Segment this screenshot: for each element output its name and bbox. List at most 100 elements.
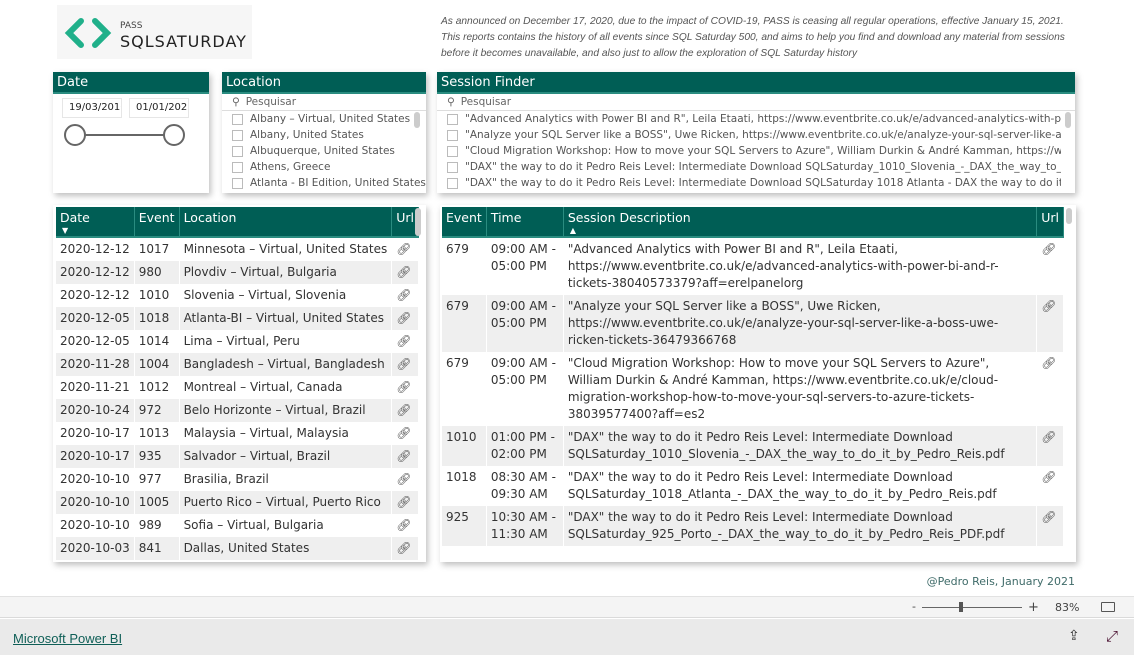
checkbox[interactable] bbox=[447, 161, 458, 173]
list-item[interactable]: "DAX" the way to do it Pedro Reis Level:… bbox=[447, 175, 1061, 191]
list-item[interactable]: "Cloud Migration Workshop: How to move y… bbox=[447, 143, 1061, 159]
col-url[interactable]: Url bbox=[1036, 207, 1064, 238]
fullscreen-icon[interactable]: ⤢ bbox=[1106, 627, 1118, 645]
link-icon[interactable]: 🔗︎ bbox=[396, 472, 411, 486]
zoom-slider[interactable] bbox=[922, 607, 1022, 608]
zoom-slider-handle[interactable] bbox=[959, 602, 963, 612]
table-row[interactable]: 679 09:00 AM - 05:00 PM "Advanced Analytic… bbox=[442, 237, 1064, 295]
cell-date: 2020-11-28 bbox=[56, 353, 135, 376]
search-placeholder: Pesquisar bbox=[245, 96, 297, 108]
cell-time: 09:00 AM - 05:00 PM bbox=[486, 352, 564, 426]
zoom-in-button[interactable]: + bbox=[1028, 600, 1039, 615]
link-icon[interactable]: 🔗︎ bbox=[396, 265, 411, 279]
checkbox[interactable] bbox=[232, 113, 243, 125]
link-icon[interactable]: 🔗︎ bbox=[396, 541, 411, 555]
list-item[interactable]: "Advanced Analytics with Power BI and R"… bbox=[447, 111, 1061, 127]
cell-description: "Cloud Migration Workshop: How to move y… bbox=[563, 352, 1038, 426]
table-row[interactable]: 2020-10-10 977 Brasilia, Brazil 🔗︎ bbox=[56, 468, 419, 491]
start-slider-handle[interactable] bbox=[64, 124, 86, 146]
table-row[interactable]: 2020-10-03 841 Dallas, United States 🔗︎ bbox=[56, 537, 419, 560]
list-item[interactable]: Albany, United States bbox=[232, 127, 426, 143]
table-row[interactable]: 925 10:30 AM - 11:30 AM "DAX" the way to d… bbox=[442, 506, 1064, 546]
col-location[interactable]: Location bbox=[179, 207, 393, 238]
link-icon[interactable]: 🔗︎ bbox=[396, 288, 411, 302]
location-scrollbar[interactable] bbox=[414, 112, 420, 128]
list-item[interactable]: Albuquerque, United States bbox=[232, 143, 426, 159]
checkbox[interactable] bbox=[447, 145, 458, 157]
cell-event: 1013 bbox=[134, 422, 180, 445]
checkbox[interactable] bbox=[232, 129, 243, 141]
link-icon[interactable]: 🔗︎ bbox=[396, 334, 411, 348]
fit-to-page-icon[interactable] bbox=[1101, 602, 1115, 612]
table-row[interactable]: 679 09:00 AM - 05:00 PM "Analyze your SQL … bbox=[442, 295, 1064, 352]
link-icon[interactable]: 🔗︎ bbox=[1041, 356, 1056, 370]
table-row[interactable]: 2020-10-10 989 Sofia – Virtual, Bulgaria 🔗︎ bbox=[56, 514, 419, 537]
cell-location: Brasilia, Brazil bbox=[179, 468, 393, 491]
link-icon[interactable]: 🔗︎ bbox=[396, 242, 411, 256]
link-icon[interactable]: 🔗︎ bbox=[1041, 242, 1056, 256]
link-icon[interactable]: 🔗︎ bbox=[396, 403, 411, 417]
table-row[interactable]: 2020-11-21 1012 Montreal – Virtual, Canada… bbox=[56, 376, 419, 399]
checkbox[interactable] bbox=[232, 177, 243, 189]
link-icon[interactable]: 🔗︎ bbox=[396, 426, 411, 440]
checkbox[interactable] bbox=[447, 129, 458, 141]
list-item[interactable]: "DAX" the way to do it Pedro Reis Level:… bbox=[447, 159, 1061, 175]
location-search-input[interactable]: ⚲ Pesquisar bbox=[222, 94, 426, 111]
checkbox[interactable] bbox=[447, 113, 458, 125]
link-icon[interactable]: 🔗︎ bbox=[1041, 510, 1056, 524]
link-icon[interactable]: 🔗︎ bbox=[396, 311, 411, 325]
end-date-input[interactable]: 01/01/2021 bbox=[129, 98, 189, 118]
col-event[interactable]: Event bbox=[442, 207, 487, 238]
share-icon[interactable]: ⇪ bbox=[1068, 628, 1080, 644]
table-row[interactable]: 2020-10-17 935 Salvador – Virtual, Brazil 🔗… bbox=[56, 445, 419, 468]
link-icon[interactable]: 🔗︎ bbox=[396, 495, 411, 509]
table-row[interactable]: 2020-12-05 1018 Atlanta-BI – Virtual, Unit… bbox=[56, 307, 419, 330]
table-row[interactable]: 2020-12-05 1014 Lima – Virtual, Peru 🔗︎ bbox=[56, 330, 419, 353]
sort-desc-icon: ▼ bbox=[62, 226, 69, 235]
table-row[interactable]: 2020-12-12 1010 Slovenia – Virtual, Sloven… bbox=[56, 284, 419, 307]
link-icon[interactable]: 🔗︎ bbox=[1041, 299, 1056, 313]
col-date[interactable]: Date ▼ bbox=[56, 207, 135, 238]
list-item[interactable]: Athens, Greece bbox=[232, 159, 426, 175]
zoom-out-button[interactable]: - bbox=[912, 600, 916, 613]
col-time[interactable]: Time bbox=[486, 207, 564, 238]
col-event[interactable]: Event bbox=[134, 207, 180, 238]
link-icon[interactable]: 🔗︎ bbox=[396, 357, 411, 371]
table-row[interactable]: 2020-10-10 1005 Puerto Rico – Virtual, Pue… bbox=[56, 491, 419, 514]
table-row[interactable]: 679 09:00 AM - 05:00 PM "Cloud Migration W… bbox=[442, 352, 1064, 426]
col-session-description[interactable]: Session Description ▲ bbox=[563, 207, 1038, 238]
table-row[interactable]: 2020-10-24 972 Belo Horizonte – Virtual, B… bbox=[56, 399, 419, 422]
link-icon[interactable]: 🔗︎ bbox=[396, 449, 411, 463]
end-slider-handle[interactable] bbox=[163, 124, 185, 146]
cell-date: 2020-10-17 bbox=[56, 422, 135, 445]
table-row[interactable]: 2020-12-12 1017 Minnesota – Virtual, Unite… bbox=[56, 237, 419, 261]
list-item[interactable]: Atlanta - BI Edition, United States bbox=[232, 175, 426, 191]
table-row[interactable]: 2020-10-17 1013 Malaysia – Virtual, Malays… bbox=[56, 422, 419, 445]
list-item[interactable]: "Analyze your SQL Server like a BOSS", U… bbox=[447, 127, 1061, 143]
session-finder-scrollbar[interactable] bbox=[1065, 112, 1071, 128]
checkbox[interactable] bbox=[232, 145, 243, 157]
session-search-input[interactable]: ⚲ Pesquisar bbox=[437, 94, 1075, 111]
list-item[interactable]: Albany – Virtual, United States bbox=[232, 111, 426, 127]
table-row[interactable]: 1010 01:00 PM - 02:00 PM "DAX" the way to … bbox=[442, 426, 1064, 466]
list-item-label: "DAX" the way to do it Pedro Reis Level:… bbox=[465, 161, 1061, 173]
link-icon[interactable]: 🔗︎ bbox=[1041, 430, 1056, 444]
search-icon: ⚲ bbox=[447, 96, 455, 108]
checkbox[interactable] bbox=[232, 161, 243, 173]
checkbox[interactable] bbox=[447, 177, 458, 189]
table-row[interactable]: 2020-11-28 1004 Bangladesh – Virtual, Bang… bbox=[56, 353, 419, 376]
link-icon[interactable]: 🔗︎ bbox=[396, 380, 411, 394]
power-bi-link[interactable]: Microsoft Power BI bbox=[13, 631, 122, 646]
link-icon[interactable]: 🔗︎ bbox=[1041, 470, 1056, 484]
cell-url: 🔗︎ bbox=[1036, 426, 1064, 466]
link-icon[interactable]: 🔗︎ bbox=[396, 518, 411, 532]
events-scrollbar[interactable] bbox=[415, 208, 421, 236]
table-row[interactable]: 2020-12-12 980 Plovdiv – Virtual, Bulgaria… bbox=[56, 261, 419, 284]
sort-asc-icon: ▲ bbox=[569, 226, 576, 235]
cell-event: 1005 bbox=[134, 491, 180, 514]
cell-url: 🔗︎ bbox=[391, 284, 419, 307]
sessions-scrollbar[interactable] bbox=[1066, 208, 1072, 224]
table-row[interactable]: 1018 08:30 AM - 09:30 AM "DAX" the way to … bbox=[442, 466, 1064, 506]
cell-url: 🔗︎ bbox=[391, 514, 419, 537]
start-date-input[interactable]: 19/03/2016 bbox=[62, 98, 122, 118]
